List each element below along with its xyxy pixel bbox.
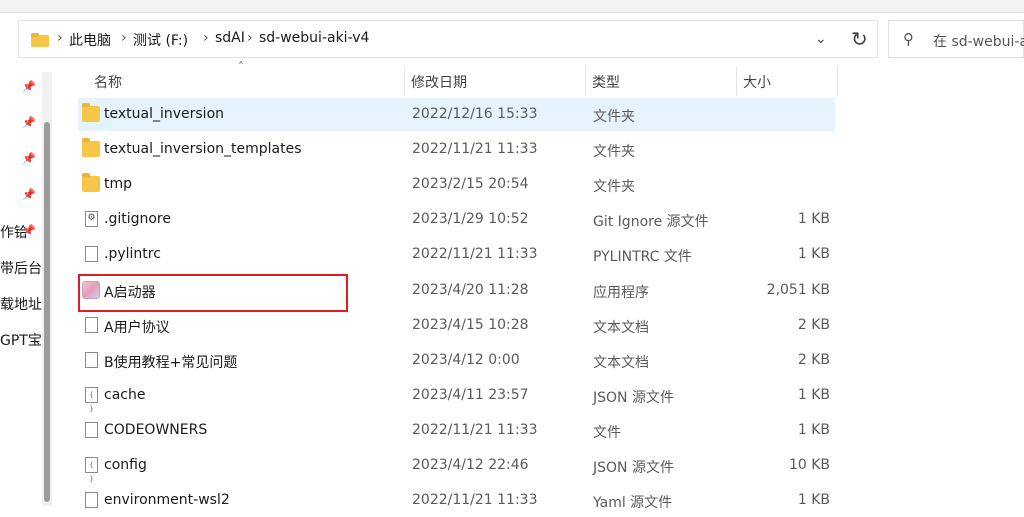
navigation-pane: 📌 📌 📌 📌 作铪 📌 带后台 载地址 GPT宝 (0, 60, 42, 506)
file-date: 2022/11/21 11:33 (412, 246, 538, 262)
file-date: 2023/4/15 10:28 (412, 317, 529, 333)
file-row[interactable]: textual_inversion_templates 2022/11/21 1… (78, 133, 835, 166)
file-icon (85, 246, 98, 262)
file-size: 1 KB (797, 246, 830, 262)
file-row[interactable]: { } config 2023/4/12 22:46 JSON 源文件 10 K… (78, 449, 835, 483)
file-date: 2023/1/29 10:52 (412, 211, 529, 227)
file-type: 文件 (593, 425, 621, 441)
pin-icon[interactable]: 📌 (22, 224, 36, 237)
file-icon (85, 422, 98, 438)
folder-icon (31, 33, 49, 47)
file-icon (85, 317, 98, 333)
folder-icon (82, 173, 100, 192)
file-type: JSON 源文件 (593, 460, 674, 476)
file-size: 1 KB (797, 422, 830, 438)
nav-scrollbar[interactable] (42, 72, 52, 506)
column-header-date[interactable]: 修改日期 (405, 66, 585, 96)
file-type: 应用程序 (593, 285, 649, 301)
nav-item[interactable]: 载地址 (0, 294, 42, 314)
chevron-down-icon[interactable]: ⌄ (815, 31, 827, 47)
file-row[interactable]: A用户协议 2023/4/15 10:28 文本文档 2 KB (78, 309, 835, 342)
file-date: 2023/2/15 20:54 (412, 176, 529, 192)
file-name: A用户协议 (104, 320, 170, 336)
file-name: tmp (104, 176, 133, 192)
column-header-type[interactable]: 类型 (586, 66, 736, 96)
file-size: 1 KB (797, 387, 830, 403)
file-type: 文件夹 (593, 144, 635, 160)
file-date: 2022/12/16 15:33 (412, 106, 538, 122)
breadcrumb-sdai[interactable]: sdAI (215, 30, 245, 46)
column-header-size[interactable]: 大小 (737, 66, 837, 96)
column-divider[interactable] (837, 66, 838, 96)
address-bar[interactable]: › 此电脑 › 测试 (F:) › sdAI › sd-webui-aki-v4… (18, 20, 878, 58)
highlight-box (78, 274, 348, 312)
nav-item[interactable]: 带后台 (0, 258, 42, 278)
file-size: 10 KB (788, 457, 830, 473)
breadcrumb-drive-f[interactable]: 测试 (F:) (133, 30, 188, 50)
breadcrumb-separator: › (121, 30, 127, 46)
file-type: 文件夹 (593, 109, 635, 125)
pin-icon[interactable]: 📌 (22, 116, 36, 129)
file-size: 2 KB (797, 352, 830, 368)
search-placeholder[interactable]: 在 sd-webui-a (933, 31, 1024, 51)
breadcrumb-separator: › (203, 30, 209, 46)
file-type: Git Ignore 源文件 (593, 214, 709, 230)
file-size: 2 KB (797, 317, 830, 333)
json-file-icon: { } (85, 457, 98, 483)
breadcrumb-separator: › (247, 30, 253, 46)
file-size: 2,051 KB (766, 282, 830, 298)
file-type: 文件夹 (593, 179, 635, 195)
pin-icon[interactable]: 📌 (22, 80, 36, 93)
nav-item[interactable]: GPT宝 (0, 330, 42, 350)
file-row[interactable]: textual_inversion 2022/12/16 15:33 文件夹 (78, 98, 835, 131)
file-name: textual_inversion_templates (104, 141, 302, 157)
file-date: 2023/4/11 23:57 (412, 387, 529, 403)
file-type: PYLINTRC 文件 (593, 249, 692, 265)
file-row[interactable]: tmp 2023/2/15 20:54 文件夹 (78, 168, 835, 201)
file-name: CODEOWNERS (104, 422, 208, 438)
title-strip (0, 0, 1024, 13)
file-date: 2022/11/21 11:33 (412, 141, 538, 157)
folder-icon (82, 103, 100, 122)
file-type: 文本文档 (593, 355, 649, 371)
pin-icon[interactable]: 📌 (22, 188, 36, 201)
file-row[interactable]: { } cache 2023/4/11 23:57 JSON 源文件 1 KB (78, 379, 835, 413)
file-type: JSON 源文件 (593, 390, 674, 406)
file-name: B使用教程+常见问题 (104, 355, 238, 371)
column-header-name[interactable]: 名称 (78, 66, 404, 96)
gear-file-icon: ⚙ (85, 211, 98, 227)
search-box[interactable]: ⚲ 在 sd-webui-a (888, 20, 1024, 58)
breadcrumb-current-folder[interactable]: sd-webui-aki-v4 (259, 30, 369, 46)
breadcrumb-this-pc[interactable]: 此电脑 (69, 30, 111, 50)
folder-icon (82, 138, 100, 157)
file-name: textual_inversion (104, 106, 225, 122)
refresh-icon[interactable]: ↻ (851, 27, 868, 51)
file-row[interactable]: CODEOWNERS 2022/11/21 11:33 文件 1 KB (78, 414, 835, 447)
file-date: 2023/4/12 0:00 (412, 352, 520, 368)
json-file-icon: { } (85, 387, 98, 413)
file-name: .pylintrc (104, 246, 161, 262)
file-row[interactable]: B使用教程+常见问题 2023/4/12 0:00 文本文档 2 KB (78, 344, 835, 377)
file-date: 2023/4/12 22:46 (412, 457, 529, 473)
file-row[interactable]: ⚙ .gitignore 2023/1/29 10:52 Git Ignore … (78, 203, 835, 236)
file-name: .gitignore (104, 211, 171, 227)
file-type: 文本文档 (593, 320, 649, 336)
file-date: 2023/4/20 11:28 (412, 282, 529, 298)
file-date: 2022/11/21 11:33 (412, 422, 538, 438)
breadcrumb-separator: › (57, 30, 63, 46)
file-row[interactable]: environment-wsl2 2022/11/21 11:33 Yaml 源… (78, 484, 835, 517)
search-icon: ⚲ (903, 30, 914, 48)
file-row[interactable]: .pylintrc 2022/11/21 11:33 PYLINTRC 文件 1… (78, 238, 835, 271)
file-name: config (104, 457, 147, 473)
file-name: cache (104, 387, 146, 403)
file-type: Yaml 源文件 (593, 495, 673, 511)
file-size: 1 KB (797, 211, 830, 227)
scrollbar-thumb[interactable] (44, 122, 50, 502)
pin-icon[interactable]: 📌 (22, 152, 36, 165)
file-icon (85, 352, 98, 368)
